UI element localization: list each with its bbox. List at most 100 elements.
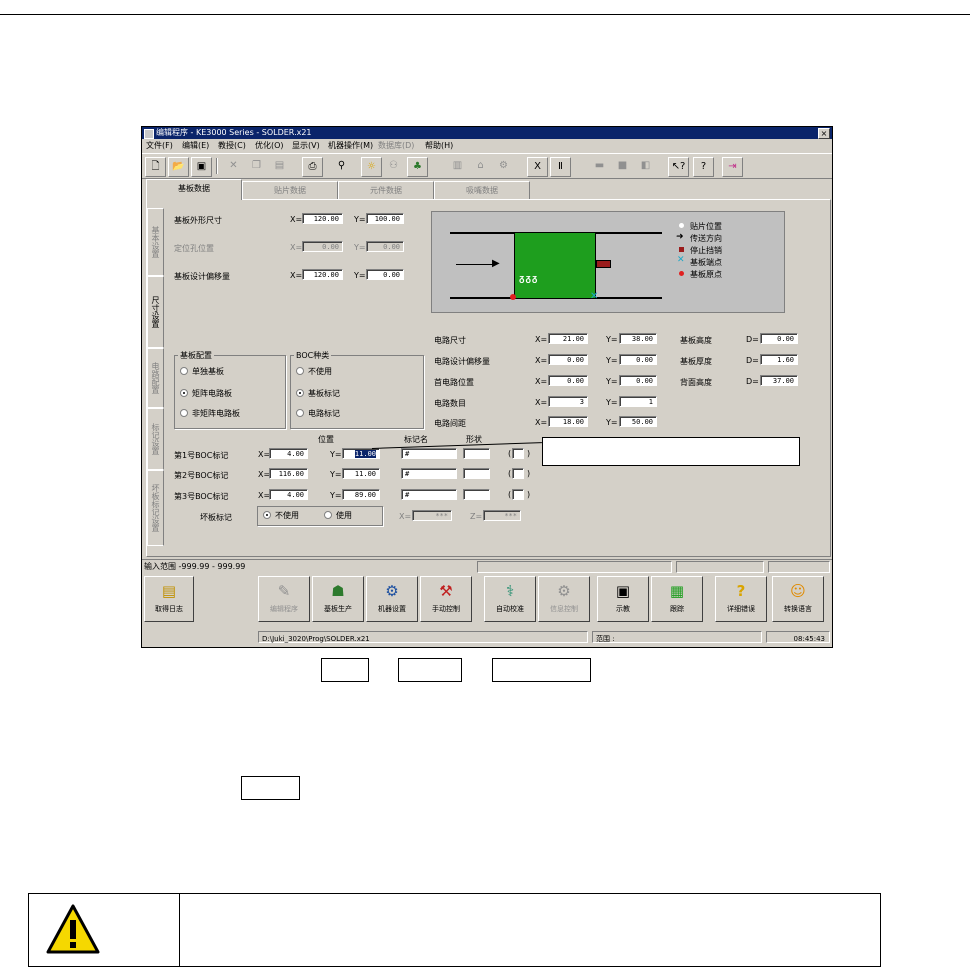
stop-icon[interactable]: ▬: [590, 157, 609, 175]
radio-bad-mark-on[interactable]: [324, 511, 332, 519]
boc-2-shape-field[interactable]: [463, 468, 490, 479]
boc-3-x-field[interactable]: 4.00: [269, 489, 308, 500]
boc-1-x-field[interactable]: 4.00: [269, 448, 308, 459]
h-icon[interactable]: Ⅱ: [550, 157, 571, 177]
boc-2-name-field[interactable]: #: [401, 468, 457, 479]
boc-1-shape-field[interactable]: [463, 448, 490, 459]
boc-3-shape-field[interactable]: [463, 489, 490, 500]
circuit-count-x-field[interactable]: 3: [548, 396, 588, 407]
hole-y-field[interactable]: 0.00: [366, 241, 404, 252]
layer-icon[interactable]: ◧: [636, 157, 655, 175]
boc-2-paren: (: [508, 469, 512, 478]
auto-calibration-button[interactable]: ⚕ 自动校准: [484, 576, 536, 622]
tab-component-data[interactable]: 元件数据: [338, 181, 434, 199]
boc-2-x-field[interactable]: 116.00: [269, 468, 308, 479]
menu-database[interactable]: 数据库(D): [378, 140, 414, 151]
y-prefix: Y=: [354, 215, 366, 224]
boc-2-shape-box[interactable]: [512, 468, 524, 479]
radio-boc-circuit-mark[interactable]: [296, 409, 304, 417]
circuit-pitch-y-field[interactable]: 50.00: [619, 416, 657, 427]
page-top-rule: [0, 14, 970, 15]
menu-view[interactable]: 显示(V): [292, 140, 320, 151]
square-icon[interactable]: ■: [613, 157, 632, 175]
menu-teach[interactable]: 教授(C): [218, 140, 246, 151]
board-height-field[interactable]: 0.00: [760, 333, 798, 344]
boc-1-shape-box[interactable]: [512, 448, 524, 459]
empty-box: [492, 658, 591, 682]
boc-3-shape-box[interactable]: [512, 489, 524, 500]
circuit-pitch-x-field[interactable]: 18.00: [548, 416, 588, 427]
menu-help[interactable]: 帮助(H): [425, 140, 453, 151]
teach-button[interactable]: ▣ 示教: [597, 576, 649, 622]
trace-button[interactable]: ▦ 跟踪: [651, 576, 703, 622]
radio-boc-none[interactable]: [296, 367, 304, 375]
close-button[interactable]: ×: [818, 128, 830, 139]
teach-icon[interactable]: ☼: [361, 157, 382, 177]
tray-icon[interactable]: ⚙: [494, 157, 513, 175]
board-thickness-field[interactable]: 1.60: [760, 354, 798, 365]
side-tab-bad-mark[interactable]: 坏板标记设置: [147, 470, 164, 546]
print-icon[interactable]: ⎙: [302, 157, 323, 177]
tab-placement-data[interactable]: 贴片数据: [242, 181, 338, 199]
first-circuit-x-field[interactable]: 0.00: [548, 375, 588, 386]
hole-x-field[interactable]: 0.00: [302, 241, 343, 252]
side-tab-circuit[interactable]: 电路配置: [147, 348, 164, 408]
edit-program-button[interactable]: ✎ 编辑程序: [258, 576, 310, 622]
boc-3-y-field[interactable]: 89.00: [342, 489, 380, 500]
radio-boc-board-mark[interactable]: [296, 389, 304, 397]
open-icon[interactable]: 📂: [168, 157, 189, 177]
boc-1-y-field[interactable]: 11.00: [342, 448, 380, 459]
circuit-size-x-field[interactable]: 21.00: [548, 333, 588, 344]
board-offset-y-field[interactable]: 0.00: [366, 269, 404, 280]
manual-control-button[interactable]: ⚒ 手动控制: [420, 576, 472, 622]
bad-mark-z-field[interactable]: ***: [483, 510, 521, 521]
nozzle-icon[interactable]: ⚇: [384, 157, 403, 175]
board-outer-y-field[interactable]: 100.00: [366, 213, 404, 224]
bad-mark-x-field[interactable]: ***: [412, 510, 452, 521]
boc-1-name-field[interactable]: #: [401, 448, 457, 459]
component-icon[interactable]: ▥: [448, 157, 467, 175]
circuit-offset-x-field[interactable]: 0.00: [548, 354, 588, 365]
side-tab-basic[interactable]: 基本设置: [147, 208, 164, 276]
x-icon[interactable]: Ⅹ: [527, 157, 548, 177]
radio-bad-mark-off[interactable]: [263, 511, 271, 519]
tab-board-data[interactable]: 基板数据: [146, 179, 242, 200]
error-detail-button[interactable]: ? 详细错误: [715, 576, 767, 622]
cut-icon[interactable]: ✕: [224, 157, 243, 175]
side-tab-mark[interactable]: 标记设置: [147, 408, 164, 470]
boc-3-name-field[interactable]: #: [401, 489, 457, 500]
board-design-offset-label: 基板设计偏移量: [174, 272, 230, 281]
help-icon[interactable]: ?: [693, 157, 714, 177]
circuit-size-y-field[interactable]: 38.00: [619, 333, 657, 344]
feeder-icon[interactable]: ⌂: [471, 157, 490, 175]
circuit-count-y-field[interactable]: 1: [619, 396, 657, 407]
info-control-button[interactable]: ⚙ 信息控制: [538, 576, 590, 622]
board-outer-x-field[interactable]: 120.00: [302, 213, 343, 224]
machine-setup-button[interactable]: ⚙ 机器设置: [366, 576, 418, 622]
save-icon[interactable]: ▣: [191, 157, 212, 177]
menu-machine[interactable]: 机器操作(M): [328, 140, 373, 151]
exit-icon[interactable]: ⇥: [722, 157, 743, 177]
production-button[interactable]: ☗ 基板生产: [312, 576, 364, 622]
boc-2-y-field[interactable]: 11.00: [342, 468, 380, 479]
radio-nonmatrix-board[interactable]: [180, 409, 188, 417]
tab-nozzle-data[interactable]: 吸嘴数据: [434, 181, 530, 199]
side-tab-size[interactable]: 尺寸设置: [147, 276, 164, 348]
circuit-offset-y-field[interactable]: 0.00: [619, 354, 657, 365]
board-offset-x-field[interactable]: 120.00: [302, 269, 343, 280]
help-pointer-icon[interactable]: ↖?: [668, 157, 689, 177]
new-icon[interactable]: 🗋: [145, 157, 166, 177]
first-circuit-y-field[interactable]: 0.00: [619, 375, 657, 386]
get-log-button[interactable]: ▤ 取得日志: [144, 576, 194, 622]
menu-file[interactable]: 文件(F): [146, 140, 173, 151]
menu-optimize[interactable]: 优化(O): [255, 140, 284, 151]
back-height-field[interactable]: 37.00: [760, 375, 798, 386]
menu-edit[interactable]: 编辑(E): [182, 140, 209, 151]
paste-icon[interactable]: ▤: [270, 157, 289, 175]
copy-icon[interactable]: ❐: [247, 157, 266, 175]
find-icon[interactable]: ⚲: [332, 157, 351, 175]
radio-matrix-board[interactable]: [180, 389, 188, 397]
radio-single-board[interactable]: [180, 367, 188, 375]
change-language-button[interactable]: ☺ 转换语言: [772, 576, 824, 622]
optimize-icon[interactable]: ♣: [407, 157, 428, 177]
